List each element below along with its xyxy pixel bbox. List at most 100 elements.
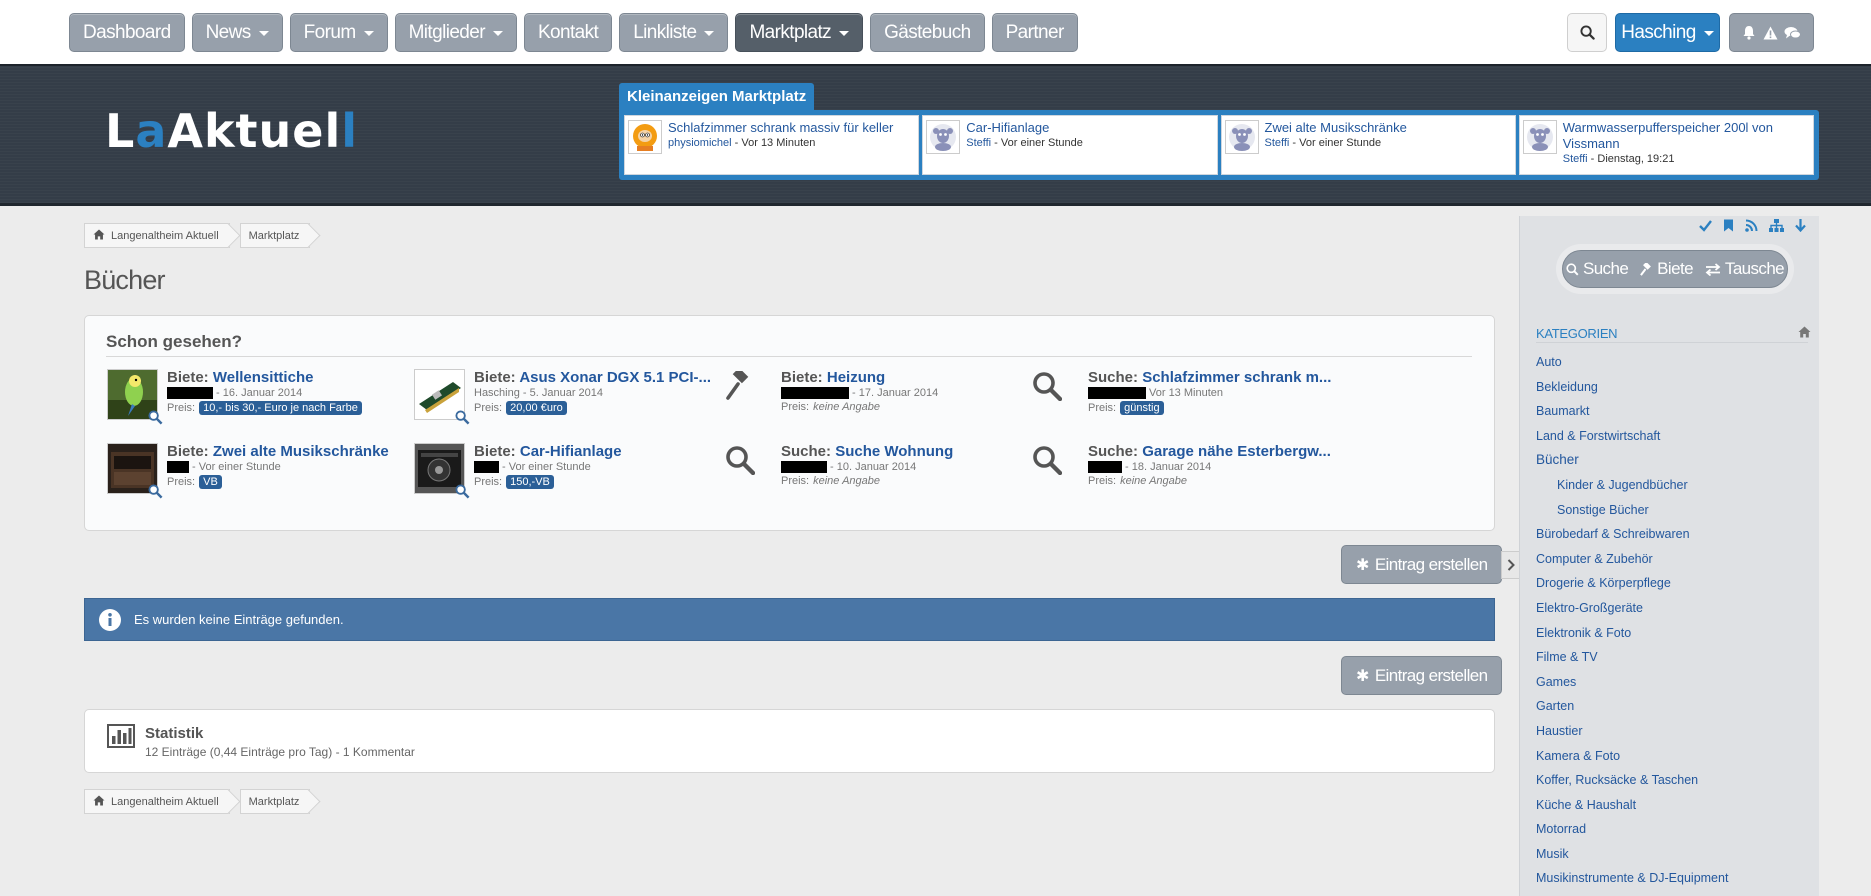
breadcrumb-item-marktplatz[interactable]: Marktplatz (239, 223, 311, 248)
seen-item[interactable]: Suche: Suche Wohnung - 10. Januar 2014 Pre… (721, 443, 1028, 497)
seen-item[interactable]: Biete: Heizung - 17. Januar 2014 Preis: kei… (721, 367, 1028, 423)
warning-icon[interactable] (1763, 26, 1778, 40)
category-koffer-rucksaecke-taschen[interactable]: Koffer, Rucksäcke & Taschen (1536, 768, 1806, 793)
seen-item-title[interactable]: Suche: Garage nähe Esterbergw... (1088, 443, 1332, 460)
seen-item-title[interactable]: Biete: Heizung (781, 369, 1025, 386)
seen-item-name: Zwei alte Musikschränke (212, 443, 389, 460)
seen-item-price: Preis: günstig (1088, 401, 1332, 415)
seen-item-title[interactable]: Biete: Zwei alte Musikschränke (167, 443, 411, 460)
seen-item[interactable]: Suche: Garage nähe Esterbergw... - 18. Ja… (1028, 443, 1335, 497)
breadcrumb-label: Marktplatz (248, 229, 300, 242)
category-bekleidung[interactable]: Bekleidung (1536, 375, 1806, 400)
category-buecher[interactable]: Bücher (1536, 448, 1806, 473)
bookmark-icon[interactable] (1723, 219, 1734, 232)
price-label: Preis: (167, 476, 196, 488)
breadcrumb-item-langenaltheim-aktuell[interactable]: Langenaltheim Aktuell (84, 223, 230, 248)
seen-item[interactable]: Biete: Asus Xonar DGX 5.1 PCI-... Haschin… (414, 369, 721, 425)
seen-item-title[interactable]: Biete: Asus Xonar DGX 5.1 PCI-... (474, 369, 718, 386)
ticker-item[interactable]: Schlafzimmer schrank massiv für keller ph… (624, 115, 920, 175)
rss-icon[interactable] (1745, 219, 1758, 232)
category-haustier[interactable]: Haustier (1536, 719, 1806, 744)
category-sonstige-buecher[interactable]: Sonstige Bücher (1536, 498, 1806, 523)
nav-linkliste[interactable]: Linkliste (619, 13, 729, 52)
site-logo[interactable]: LaAktuell (105, 104, 358, 158)
cabinet-thumbnail[interactable] (107, 443, 163, 499)
budgie-thumbnail[interactable] (107, 369, 163, 425)
nav-kontakt[interactable]: Kontakt (523, 13, 613, 52)
category-musik[interactable]: Musik (1536, 842, 1806, 867)
nav-mitglieder[interactable]: Mitglieder (394, 13, 517, 52)
category-filme-tv[interactable]: Filme & TV (1536, 645, 1806, 670)
ticker-title[interactable]: Car-Hifianlage (966, 120, 1083, 136)
category-computer-zubehoer[interactable]: Computer & Zubehör (1536, 547, 1806, 572)
ticker-text: Schlafzimmer schrank massiv für keller ph… (668, 120, 893, 170)
seen-item[interactable]: Biete: Car-Hifianlage - Vor einer Stunde P… (414, 443, 721, 499)
category-motorrad[interactable]: Motorrad (1536, 817, 1806, 842)
seen-item-user[interactable]: Hasching (474, 387, 520, 399)
category-drogerie-koerperpflege[interactable]: Drogerie & Körperpflege (1536, 571, 1806, 596)
ticker-title[interactable]: Schlafzimmer schrank massiv für keller (668, 120, 893, 136)
soundcard-thumbnail[interactable] (414, 369, 470, 425)
ticker-time: Vor einer Stunde (1299, 137, 1382, 149)
seen-item-title[interactable]: Biete: Car-Hifianlage (474, 443, 718, 460)
seen-item[interactable]: Suche: Schlafzimmer schrank m... Vor 13 M… (1028, 369, 1335, 423)
ticker-user[interactable]: Steffi (1265, 137, 1290, 149)
breadcrumb-item-langenaltheim-aktuell[interactable]: Langenaltheim Aktuell (84, 789, 230, 814)
nav-news[interactable]: News (191, 13, 283, 52)
checkmark-icon[interactable] (1699, 219, 1712, 232)
ticker-item[interactable]: Car-Hifianlage Steffi - Vor einer Stunde (922, 115, 1218, 175)
site-header: LaAktuell Kleinanzeigen Marktplatz Schla… (0, 64, 1871, 206)
ticker-user[interactable]: Steffi (1563, 153, 1588, 165)
category-list: Auto Bekleidung Baumarkt Land & Forstwirtsc… (1536, 350, 1806, 891)
seen-item-meta: - 16. Januar 2014 (167, 387, 411, 399)
category-kamera-foto[interactable]: Kamera & Foto (1536, 744, 1806, 769)
ticker-item[interactable]: Zwei alte Musikschränke Steffi - Vor eine… (1220, 115, 1516, 175)
seen-item[interactable]: Biete: Wellensittiche - 16. Januar 2014 Pr… (107, 369, 414, 425)
nav-forum[interactable]: Forum (289, 13, 388, 52)
sitemap-icon[interactable] (1769, 219, 1784, 232)
ticker-title[interactable]: Warmwasserpufferspeicher 200l von Vissma… (1563, 120, 1810, 152)
nav-dashboard[interactable]: Dashboard (69, 13, 185, 52)
user-menu-button[interactable]: Hasching (1615, 13, 1720, 52)
ticker-item[interactable]: Warmwasserpufferspeicher 200l von Vissma… (1518, 115, 1814, 175)
category-garten[interactable]: Garten (1536, 694, 1806, 719)
category-auto[interactable]: Auto (1536, 350, 1806, 375)
create-entry-button-top[interactable]: ✱ Eintrag erstellen (1341, 545, 1503, 584)
tab-biete[interactable]: Biete (1636, 259, 1697, 279)
home-icon[interactable] (1798, 326, 1811, 338)
sidebar-toggle[interactable] (1501, 551, 1519, 579)
hifi-thumbnail[interactable] (414, 443, 470, 499)
notifications-group[interactable] (1729, 13, 1814, 52)
category-buerobedarf-schreibwaren[interactable]: Bürobedarf & Schreibwaren (1536, 522, 1806, 547)
category-kinder-jugendbuecher[interactable]: Kinder & Jugendbücher (1536, 473, 1806, 498)
category-kueche-haushalt[interactable]: Küche & Haushalt (1536, 793, 1806, 818)
create-entry-label: Eintrag erstellen (1374, 554, 1488, 574)
ticker-user[interactable]: physiomichel (668, 137, 732, 149)
tab-tausche[interactable]: Tausche (1701, 259, 1788, 279)
nav-gaestebuch[interactable]: Gästebuch (870, 13, 985, 52)
tab-suche[interactable]: Suche (1562, 259, 1632, 279)
ticker-user[interactable]: Steffi (966, 137, 991, 149)
bell-icon[interactable] (1742, 25, 1756, 40)
nav-partner[interactable]: Partner (991, 13, 1078, 52)
gavel-icon (1640, 262, 1652, 276)
kenny-avatar (628, 120, 662, 154)
arrow-down-icon[interactable] (1795, 219, 1806, 232)
seen-item-title[interactable]: Suche: Schlafzimmer schrank m... (1088, 369, 1332, 386)
category-games[interactable]: Games (1536, 670, 1806, 695)
category-musikinstrumente-dj-equipment[interactable]: Musikinstrumente & DJ-Equipment (1536, 866, 1806, 891)
create-entry-button-bottom[interactable]: ✱ Eintrag erstellen (1341, 656, 1503, 695)
seen-item-title[interactable]: Suche: Suche Wohnung (781, 443, 1025, 460)
category-elektro-grossgeraete[interactable]: Elektro-Großgeräte (1536, 596, 1806, 621)
category-land-forstwirtschaft[interactable]: Land & Forstwirtschaft (1536, 424, 1806, 449)
category-elektronik-foto[interactable]: Elektronik & Foto (1536, 621, 1806, 646)
category-baumarkt[interactable]: Baumarkt (1536, 399, 1806, 424)
breadcrumb-item-marktplatz[interactable]: Marktplatz (239, 789, 311, 814)
seen-item[interactable]: Biete: Zwei alte Musikschränke - Vor eine… (107, 443, 414, 499)
nav-marktplatz[interactable]: Marktplatz (735, 13, 864, 52)
search-button[interactable] (1567, 13, 1607, 52)
chat-icon[interactable] (1784, 26, 1801, 40)
seen-item-title[interactable]: Biete: Wellensittiche (167, 369, 411, 386)
seen-item-price: Preis: 150,-VB (474, 475, 718, 489)
ticker-title[interactable]: Zwei alte Musikschränke (1265, 120, 1407, 136)
